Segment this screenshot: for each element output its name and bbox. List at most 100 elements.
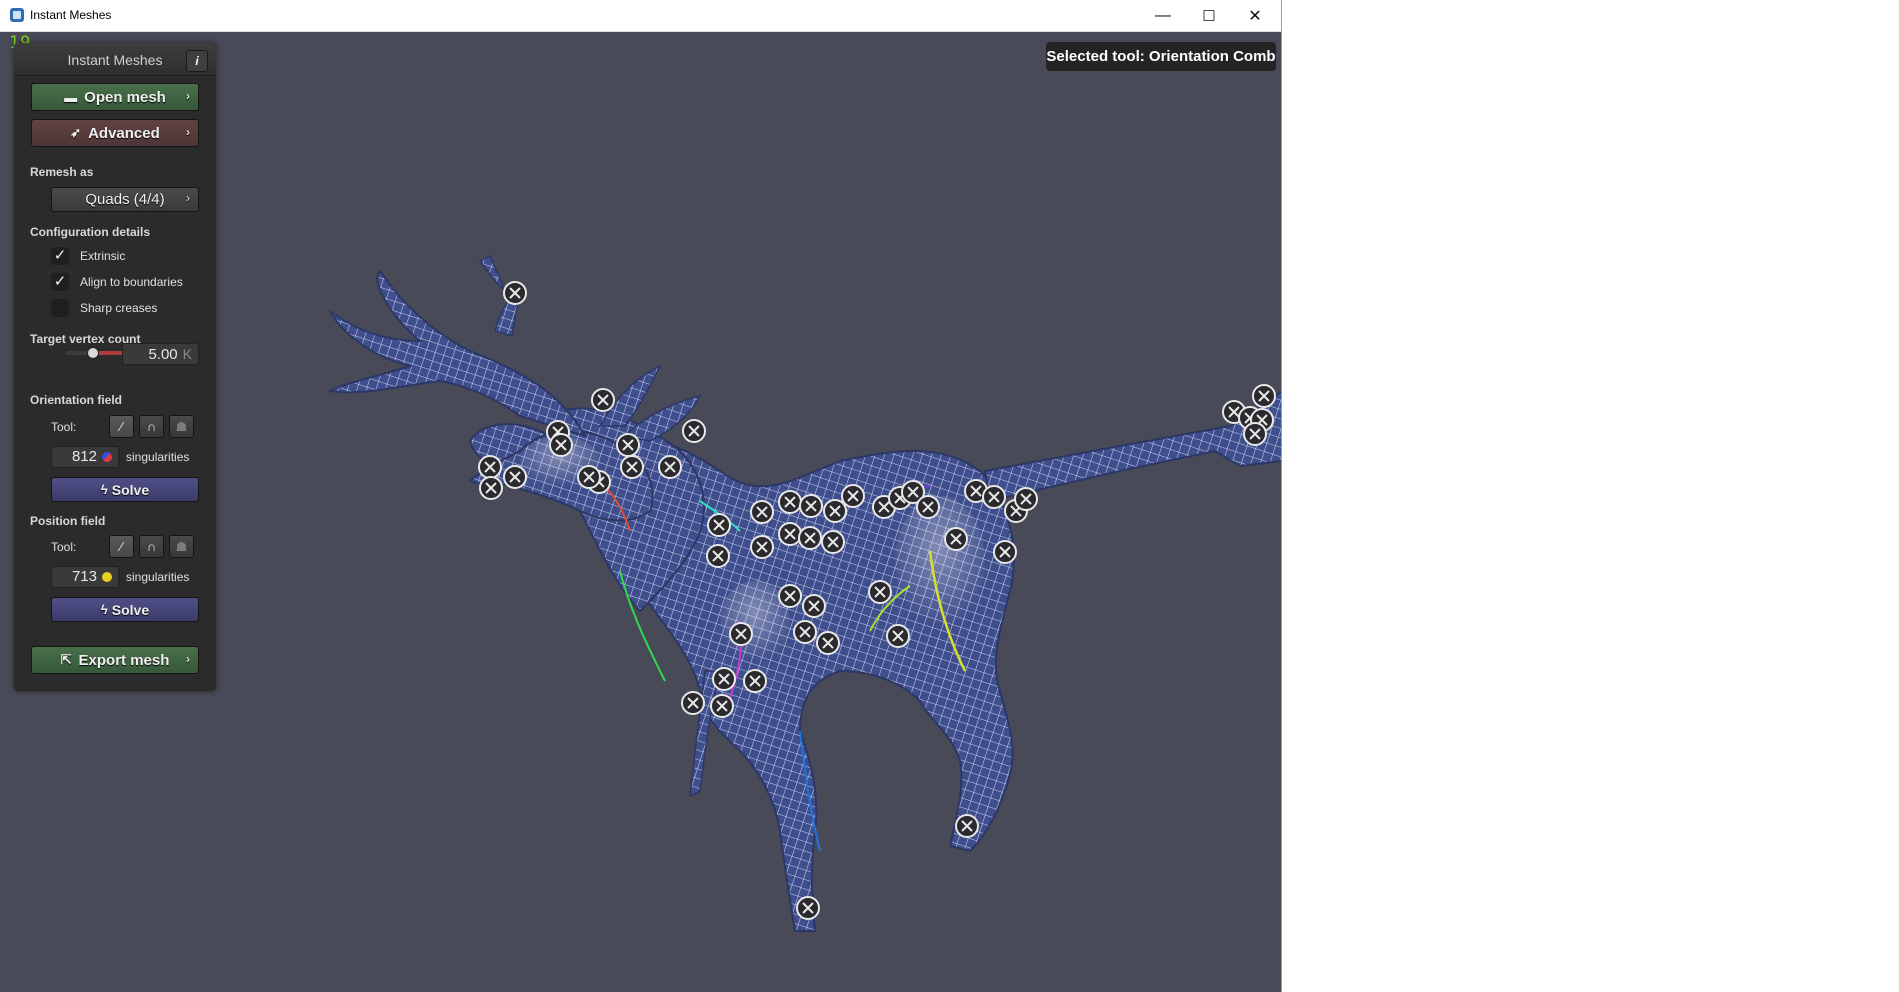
maximize-button[interactable]: ☐ xyxy=(1186,0,1232,31)
extrinsic-checkbox[interactable]: ✓ xyxy=(51,247,69,265)
brush-icon: ☗ xyxy=(175,419,188,434)
singularity-marker xyxy=(841,484,865,508)
deer-body xyxy=(326,254,1281,932)
align-to-boundaries-label: Align to boundaries xyxy=(80,275,183,289)
orientation-solve-button[interactable]: ϟ Solve xyxy=(51,477,199,502)
singularity-marker xyxy=(982,485,1006,509)
orientation-singularities-label: singularities xyxy=(126,450,190,464)
panel-header: Instant Meshes i xyxy=(14,43,216,76)
singularity-marker xyxy=(743,669,767,693)
singularity-marker xyxy=(478,455,502,479)
position-comb-tool-button[interactable]: ⁄ xyxy=(109,535,134,558)
title-bar: Instant Meshes — ☐ ✕ xyxy=(0,0,1281,32)
target-vertex-input[interactable]: 5.00 K xyxy=(122,343,199,365)
lightning-icon: ϟ xyxy=(100,602,108,617)
export-icon: ⇱ xyxy=(60,652,72,667)
comb-icon: ⁄ xyxy=(120,539,123,554)
comb-tool-button[interactable]: ⁄ xyxy=(109,415,134,438)
singularity-marker xyxy=(503,465,527,489)
singularity-type-icon xyxy=(102,572,112,583)
singularity-marker xyxy=(799,494,823,518)
singularity-marker xyxy=(1243,422,1267,446)
chevron-right-icon: › xyxy=(186,652,190,666)
singularity-marker xyxy=(658,455,682,479)
singularity-marker xyxy=(729,622,753,646)
position-singularities-label: singularities xyxy=(126,570,190,584)
singularity-marker xyxy=(750,535,774,559)
singularity-marker xyxy=(816,631,840,655)
close-button[interactable]: ✕ xyxy=(1232,0,1278,31)
orientation-field-label: Orientation field xyxy=(30,393,123,407)
orientation-solve-label: Solve xyxy=(111,481,150,498)
align-to-boundaries-checkbox[interactable]: ✓ xyxy=(51,273,69,291)
chevron-right-icon: › xyxy=(186,89,190,103)
app-icon xyxy=(10,8,24,22)
singularity-marker xyxy=(706,544,730,568)
position-solve-label: Solve xyxy=(111,601,150,618)
sharp-creases-checkbox[interactable] xyxy=(51,299,69,317)
slider-knob[interactable] xyxy=(87,347,99,359)
sharp-creases-label: Sharp creases xyxy=(80,301,158,315)
singularity-marker xyxy=(681,691,705,715)
brush-tool-button[interactable]: ☗ xyxy=(169,415,194,438)
brush-icon: ☗ xyxy=(175,539,188,554)
magnet-icon: ∩ xyxy=(146,419,157,434)
singularity-marker xyxy=(479,476,503,500)
singularity-marker xyxy=(707,513,731,537)
singularity-marker xyxy=(916,495,940,519)
rocket-icon: ➶ xyxy=(70,125,82,140)
singularity-marker xyxy=(802,594,826,618)
configuration-details-label: Configuration details xyxy=(30,225,150,239)
singularity-marker xyxy=(796,896,820,920)
singularity-marker xyxy=(1252,384,1276,408)
info-button[interactable]: i xyxy=(186,50,208,72)
advanced-button[interactable]: ➶ Advanced › xyxy=(31,119,199,147)
export-mesh-button[interactable]: ⇱ Export mesh › xyxy=(31,646,199,674)
singularity-marker xyxy=(823,499,847,523)
remesh-as-value: Quads (4/4) xyxy=(85,191,165,208)
singularity-marker xyxy=(868,580,892,604)
open-mesh-button[interactable]: ▬ Open mesh › xyxy=(31,83,199,111)
position-field-label: Position field xyxy=(30,514,106,528)
position-tool-label: Tool: xyxy=(51,540,77,554)
window-title: Instant Meshes xyxy=(30,8,112,22)
folder-icon: ▬ xyxy=(64,89,78,105)
open-mesh-label: Open mesh xyxy=(84,88,166,106)
target-vertex-slider[interactable] xyxy=(66,347,126,359)
position-singularities-value: 713 xyxy=(71,568,97,585)
singularity-marker xyxy=(798,526,822,550)
export-mesh-label: Export mesh xyxy=(78,651,170,669)
target-vertex-unit: K xyxy=(182,346,192,362)
singularity-marker xyxy=(778,490,802,514)
remesh-as-dropdown[interactable]: Quads (4/4) › xyxy=(51,187,199,212)
singularity-markers[interactable] xyxy=(478,281,1276,920)
attractor-tool-button[interactable]: ∩ xyxy=(139,415,164,438)
advanced-label: Advanced xyxy=(88,124,160,142)
singularity-marker xyxy=(503,281,527,305)
minimize-button[interactable]: — xyxy=(1140,0,1186,31)
position-attractor-tool-button[interactable]: ∩ xyxy=(139,535,164,558)
singularity-marker xyxy=(591,388,615,412)
chevron-right-icon: › xyxy=(186,191,190,205)
comb-icon: ⁄ xyxy=(120,419,123,434)
singularity-marker xyxy=(750,500,774,524)
position-solve-button[interactable]: ϟ Solve xyxy=(51,597,199,622)
singularity-marker xyxy=(993,540,1017,564)
singularity-marker xyxy=(793,620,817,644)
singularity-marker xyxy=(616,433,640,457)
singularity-marker xyxy=(620,455,644,479)
orientation-tool-label: Tool: xyxy=(51,420,77,434)
singularity-marker xyxy=(778,584,802,608)
singularity-marker xyxy=(955,814,979,838)
chevron-right-icon: › xyxy=(186,125,190,139)
app-window: Instant Meshes — ☐ ✕ Selected tool: Orie… xyxy=(0,0,1282,992)
singularity-marker xyxy=(710,694,734,718)
position-singularities-count: 713 xyxy=(51,566,119,588)
target-vertex-value: 5.00 xyxy=(148,346,178,363)
position-brush-tool-button[interactable]: ☗ xyxy=(169,535,194,558)
extrinsic-label: Extrinsic xyxy=(80,249,126,263)
singularity-marker xyxy=(577,465,601,489)
singularity-marker xyxy=(821,530,845,554)
singularity-marker xyxy=(1014,487,1038,511)
remesh-as-label: Remesh as xyxy=(30,165,94,179)
